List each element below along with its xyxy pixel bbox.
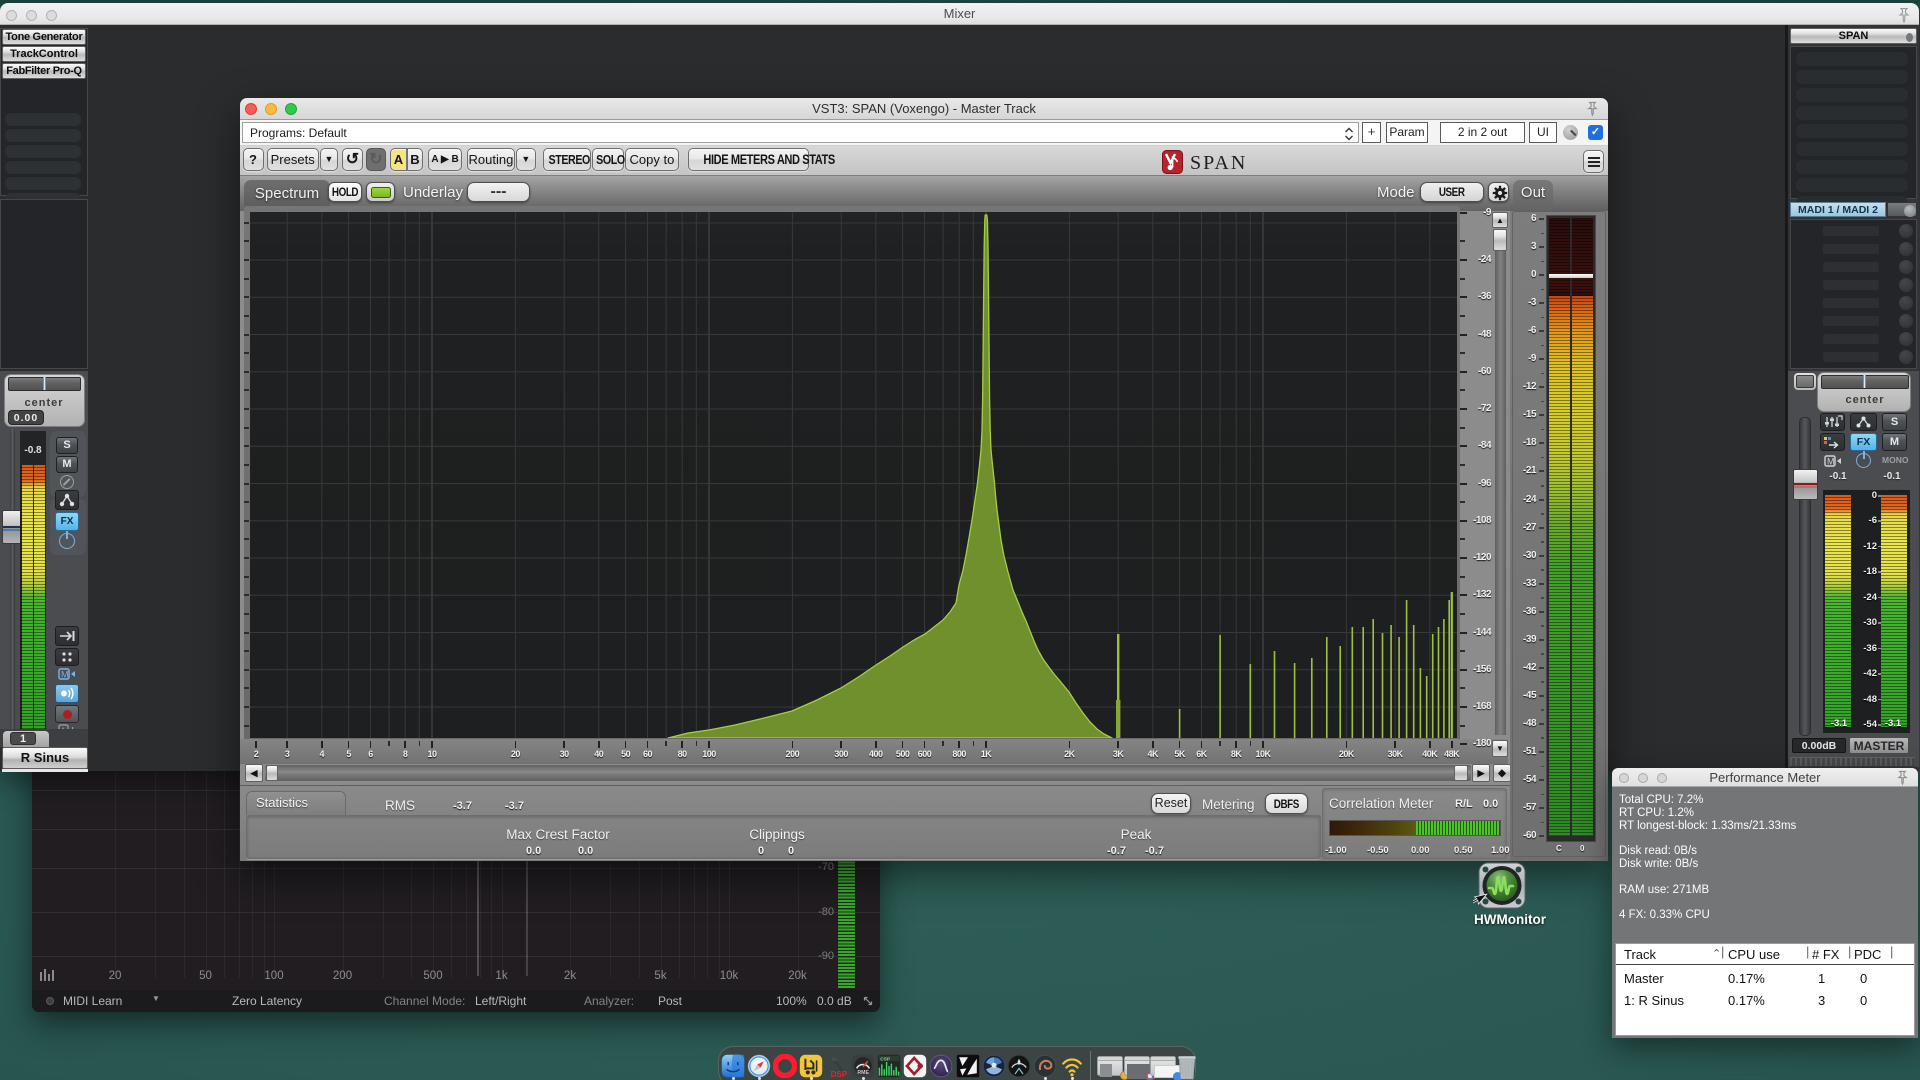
svg-text:M: M: [1827, 457, 1835, 467]
svg-text:CSP: CSP: [880, 1056, 891, 1062]
svg-text:RME: RME: [857, 1070, 869, 1076]
svg-text:DSP: DSP: [831, 1070, 848, 1078]
svg-text:M: M: [61, 670, 69, 680]
